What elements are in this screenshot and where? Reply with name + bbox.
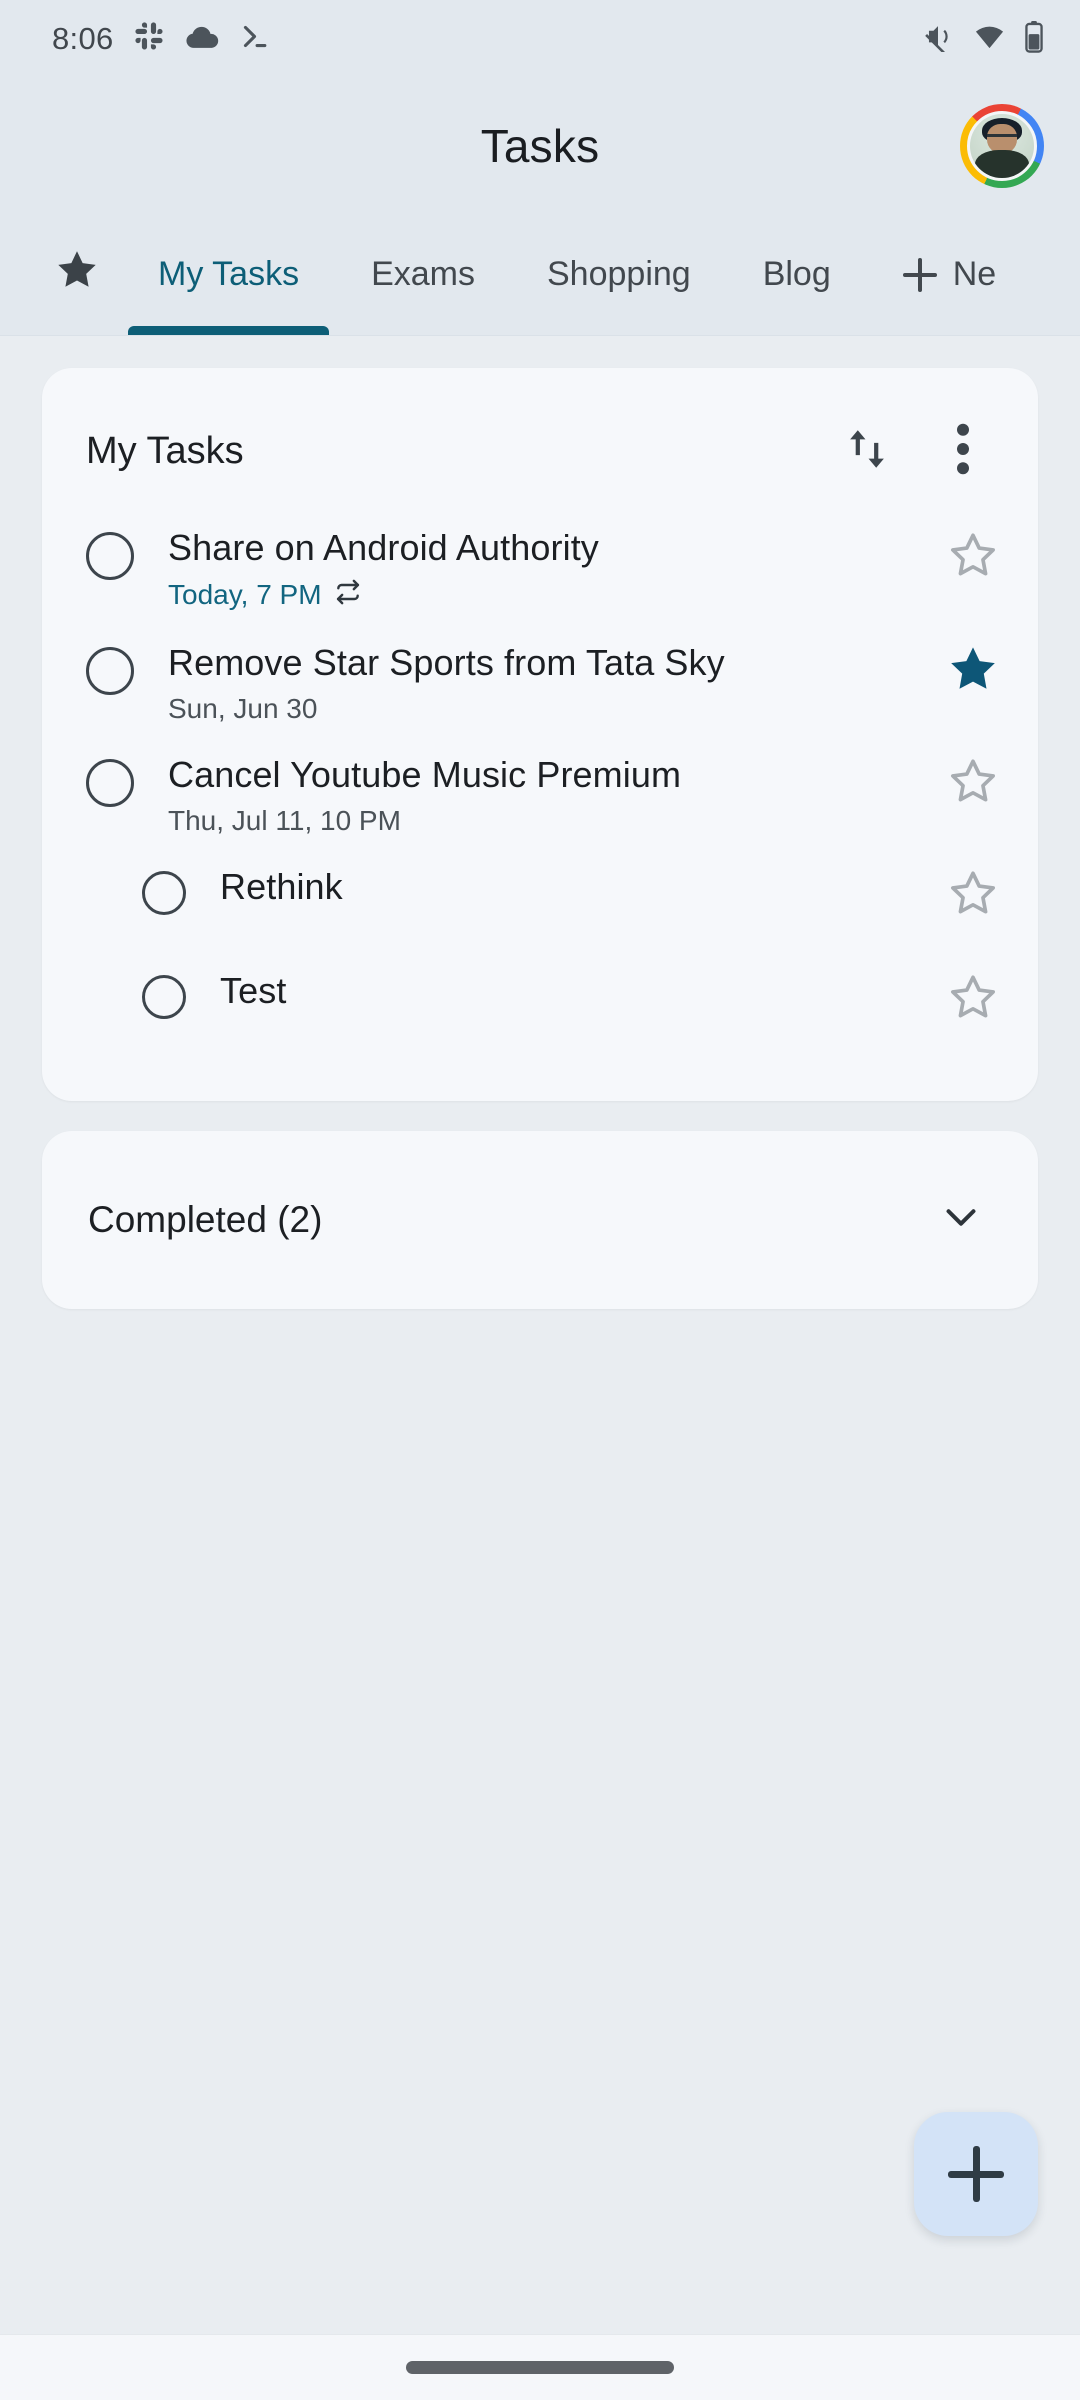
- app-screen: 8:06 Tasks My Tasks Exams Shopping Blog …: [0, 0, 1080, 2400]
- tab-label: Blog: [762, 255, 831, 293]
- task-content: Test: [186, 969, 944, 1013]
- task-content: Share on Android Authority Today, 7 PM: [134, 526, 944, 613]
- task-checkbox[interactable]: [86, 532, 134, 580]
- completed-label: Completed (2): [88, 1198, 323, 1240]
- task-star-button[interactable]: [944, 755, 1002, 813]
- tab-bar[interactable]: My Tasks Exams Shopping Blog Ne: [0, 214, 1080, 336]
- task-content: Cancel Youtube Music Premium Thu, Jul 11…: [134, 753, 944, 837]
- slack-icon: [134, 21, 165, 57]
- star-icon: [54, 247, 100, 302]
- status-bar-right: [921, 20, 1044, 58]
- completed-card[interactable]: Completed (2): [42, 1130, 1038, 1309]
- task-content: Remove Star Sports from Tata Sky Sun, Ju…: [134, 641, 944, 725]
- task-title: Cancel Youtube Music Premium: [168, 753, 682, 795]
- tab-label: Exams: [371, 255, 475, 293]
- task-due-date: Today, 7 PM: [168, 579, 322, 611]
- task-title: Share on Android Authority: [168, 527, 599, 568]
- completed-expand-button[interactable]: [930, 1189, 992, 1251]
- repeat-icon: [334, 578, 362, 613]
- task-title: Remove Star Sports from Tata Sky: [168, 641, 725, 683]
- tab-starred[interactable]: [54, 214, 122, 335]
- task-content: Rethink: [186, 865, 944, 909]
- plus-icon: [948, 2146, 1004, 2202]
- plus-icon: [902, 257, 937, 292]
- cloud-icon: [185, 21, 219, 57]
- task-list: Share on Android Authority Today, 7 PM R…: [42, 498, 1038, 1101]
- task-row[interactable]: Remove Star Sports from Tata Sky Sun, Ju…: [42, 627, 1038, 739]
- chevron-down-icon: [938, 1194, 984, 1245]
- more-vertical-icon: [956, 423, 970, 480]
- task-row[interactable]: Test: [42, 955, 1038, 1059]
- task-list-header: My Tasks: [42, 368, 1038, 498]
- task-list-card: My Tasks Share on Android Authority Toda…: [42, 368, 1038, 1101]
- task-star-button[interactable]: [944, 643, 1002, 701]
- tab-label: Shopping: [547, 255, 691, 293]
- battery-icon: [1024, 20, 1044, 58]
- terminal-icon: [239, 21, 270, 57]
- task-row[interactable]: Share on Android Authority Today, 7 PM: [42, 512, 1038, 627]
- tab-new-list-label: Ne: [952, 255, 997, 293]
- task-title: Rethink: [220, 865, 343, 907]
- tab-shopping[interactable]: Shopping: [511, 214, 727, 335]
- task-star-button[interactable]: [944, 867, 1002, 925]
- mute-icon: [921, 21, 955, 58]
- task-star-button[interactable]: [944, 971, 1002, 1029]
- gesture-pill[interactable]: [406, 2361, 674, 2374]
- status-bar: 8:06: [0, 0, 1080, 78]
- avatar-photo: [967, 111, 1037, 181]
- tab-blog[interactable]: Blog: [727, 214, 867, 335]
- task-list-actions: [836, 420, 994, 482]
- task-star-button[interactable]: [944, 528, 1002, 586]
- completed-header[interactable]: Completed (2): [42, 1131, 1038, 1309]
- task-title: Test: [220, 969, 287, 1011]
- task-due-date: Sun, Jun 30: [168, 692, 318, 724]
- status-bar-left: 8:06: [52, 21, 270, 57]
- more-options-button[interactable]: [932, 420, 994, 482]
- avatar[interactable]: [960, 104, 1044, 188]
- star-outline-icon: [947, 529, 999, 586]
- task-checkbox[interactable]: [86, 646, 134, 695]
- task-subtitle-row: Today, 7 PM: [168, 578, 922, 613]
- task-list-title: My Tasks: [86, 429, 244, 472]
- wifi-icon: [973, 21, 1006, 57]
- task-row[interactable]: Rethink: [42, 851, 1038, 955]
- app-bar: Tasks: [0, 78, 1080, 214]
- sort-button[interactable]: [836, 420, 898, 482]
- system-navigation-bar: [0, 2334, 1080, 2400]
- star-outline-icon: [947, 867, 999, 924]
- task-checkbox[interactable]: [142, 870, 186, 915]
- star-outline-icon: [947, 971, 999, 1028]
- star-outline-icon: [947, 755, 999, 812]
- tab-label: My Tasks: [158, 255, 300, 293]
- page-title: Tasks: [480, 120, 600, 172]
- main-content: My Tasks Share on Android Authority Toda…: [0, 336, 1080, 2334]
- sort-arrows-icon: [844, 423, 890, 480]
- task-checkbox[interactable]: [86, 758, 134, 807]
- tab-new-list[interactable]: Ne: [867, 214, 1032, 335]
- star-filled-icon: [946, 642, 1000, 701]
- tab-my-tasks[interactable]: My Tasks: [122, 214, 335, 335]
- task-due-date: Thu, Jul 11, 10 PM: [168, 804, 401, 836]
- tab-exams[interactable]: Exams: [335, 214, 511, 335]
- status-time: 8:06: [52, 21, 114, 56]
- add-task-fab[interactable]: [914, 2112, 1038, 2236]
- task-subtitle-row: Thu, Jul 11, 10 PM: [168, 805, 922, 837]
- task-subtitle-row: Sun, Jun 30: [168, 693, 922, 725]
- task-row[interactable]: Cancel Youtube Music Premium Thu, Jul 11…: [42, 739, 1038, 851]
- task-checkbox[interactable]: [142, 974, 186, 1019]
